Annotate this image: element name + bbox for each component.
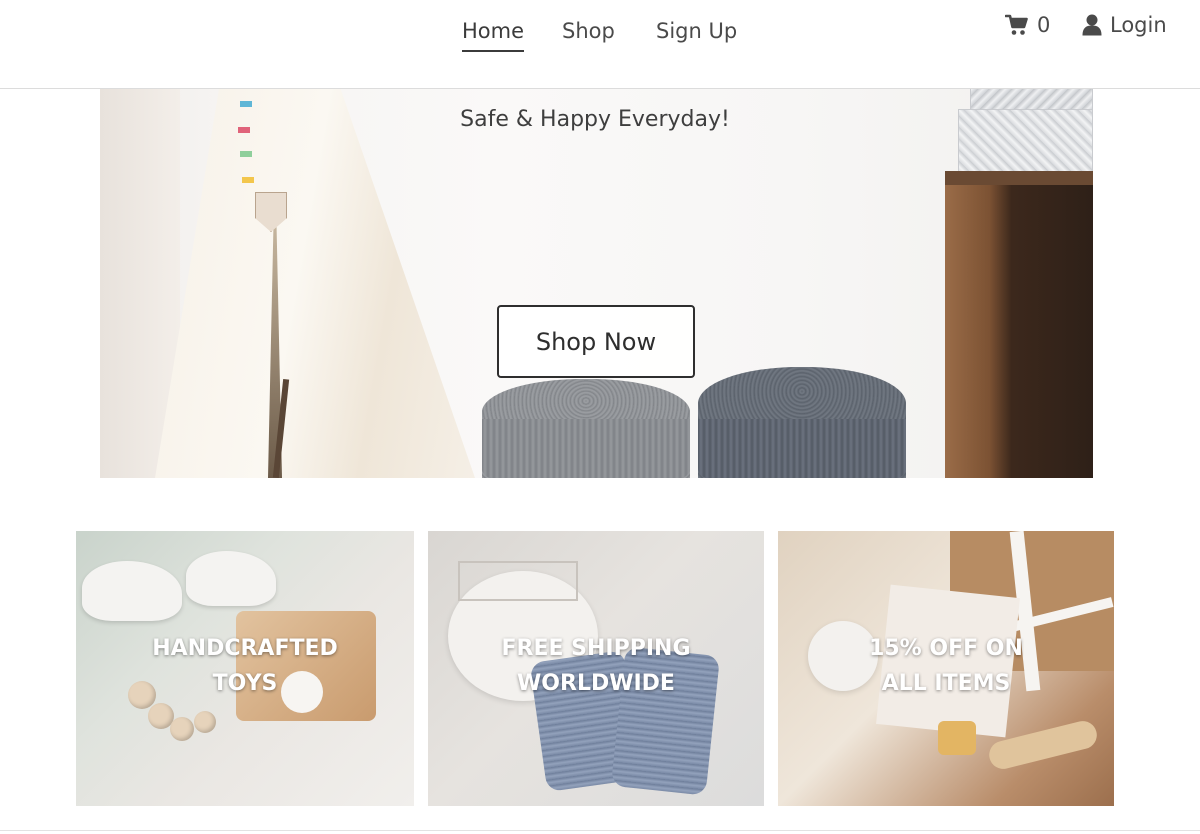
feature-tile-caption: FREE SHIPPING WORLDWIDE: [428, 631, 764, 701]
shopping-cart-icon: [1005, 14, 1028, 35]
cart-button[interactable]: 0: [1005, 10, 1050, 40]
page-divider: [0, 830, 1200, 831]
nav-home-link[interactable]: Home: [462, 16, 525, 52]
hero-pouf-light-base: [482, 419, 690, 478]
site-header: Home Shop Sign Up 0 Login: [0, 0, 1200, 89]
tile-wooden-bead: [194, 711, 216, 733]
cart-count: 0: [1037, 13, 1051, 37]
tile-wooden-puzzle: [938, 721, 976, 755]
hero-banner: Safe & Happy Everyday! Shop Now: [100, 89, 1093, 478]
feature-tile-line2: TOYS: [212, 671, 278, 696]
hero-teepee: [155, 89, 475, 478]
tile-wooden-bead: [170, 717, 194, 741]
feature-tile-line2: ALL ITEMS: [881, 671, 1011, 696]
hero-dresser: [945, 174, 1093, 478]
feature-tile-line1: FREE SHIPPING: [501, 636, 691, 661]
feature-tile-line1: 15% OFF ON: [869, 636, 1023, 661]
shop-now-button[interactable]: Shop Now: [497, 305, 695, 378]
feature-tile-discount[interactable]: 15% OFF ON ALL ITEMS: [778, 531, 1114, 806]
nav-signup-link[interactable]: Sign Up: [656, 16, 737, 46]
hero-bunting-flag: [240, 151, 252, 157]
user-icon: [1082, 14, 1102, 36]
feature-tile-line2: WORLDWIDE: [517, 671, 675, 696]
hero-pouf-dark-base: [698, 419, 906, 478]
tile-frame: [458, 561, 578, 601]
hero-tagline: Safe & Happy Everyday!: [100, 107, 1093, 132]
tile-baby-shoe: [186, 551, 276, 606]
feature-tile-caption: 15% OFF ON ALL ITEMS: [778, 631, 1114, 701]
feature-tile-line1: HANDCRAFTED: [152, 636, 338, 661]
feature-tile-caption: HANDCRAFTED TOYS: [76, 631, 414, 701]
feature-tile-free-shipping[interactable]: FREE SHIPPING WORLDWIDE: [428, 531, 764, 806]
tile-baby-shoe: [82, 561, 182, 621]
feature-tile-handcrafted-toys[interactable]: HANDCRAFTED TOYS: [76, 531, 414, 806]
hero-bunting-flag: [242, 177, 254, 183]
login-label: Login: [1110, 13, 1167, 37]
hero-dresser-top: [945, 171, 1093, 185]
hero-tagline-text: Safe & Happy Everyday!: [460, 107, 730, 132]
nav-shop-link[interactable]: Shop: [562, 16, 615, 46]
login-button[interactable]: Login: [1082, 10, 1167, 40]
